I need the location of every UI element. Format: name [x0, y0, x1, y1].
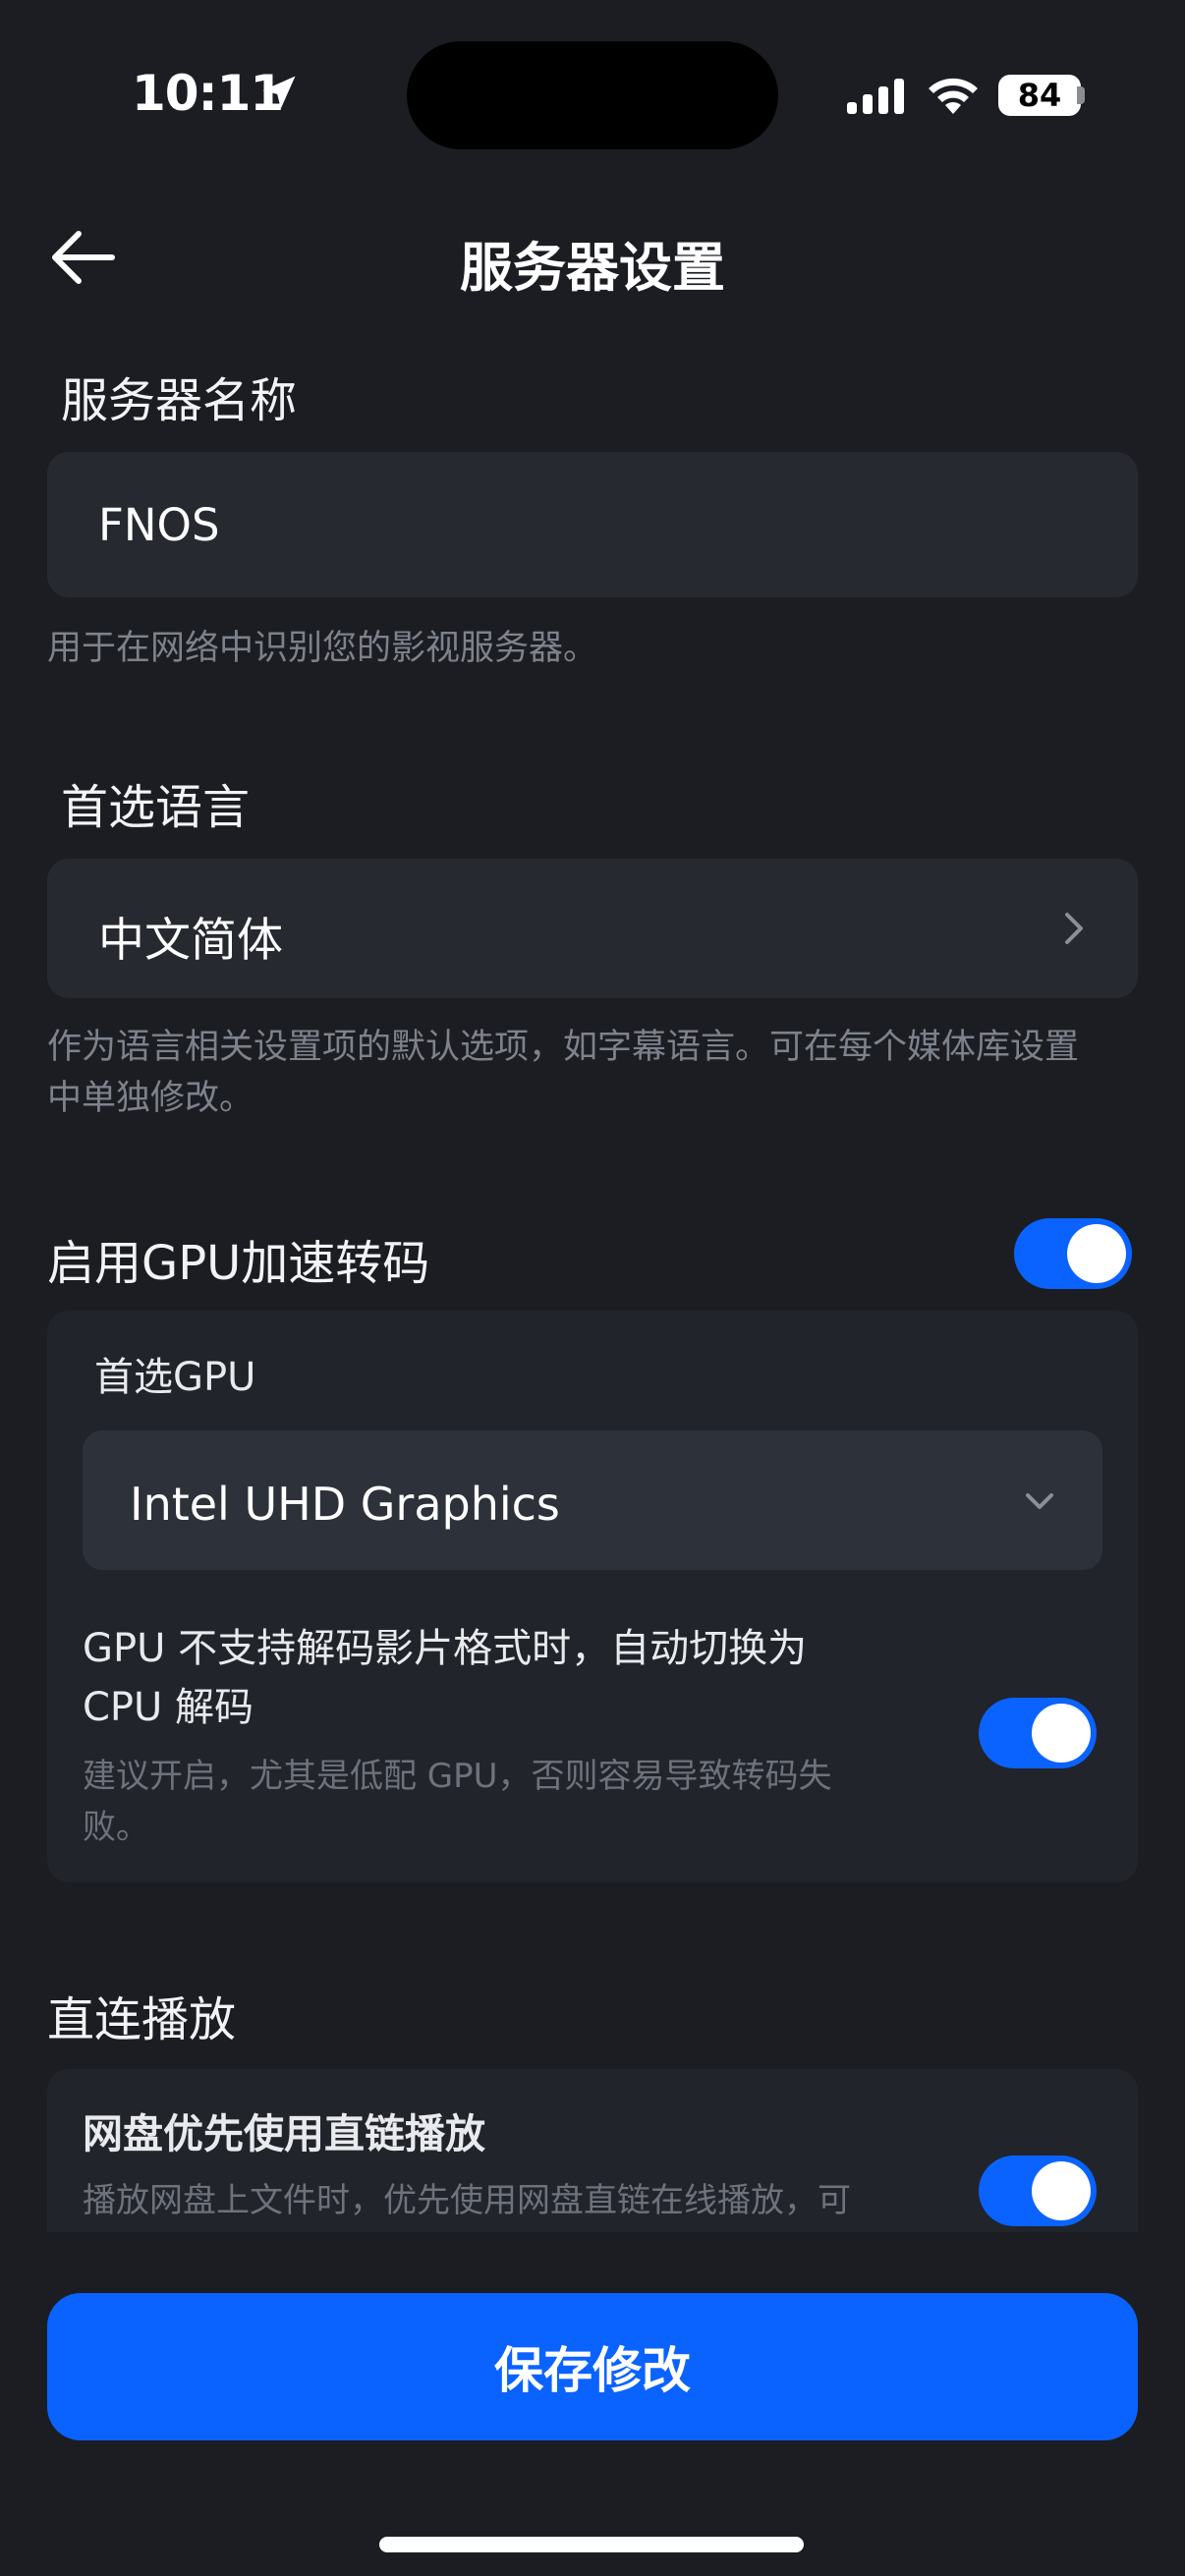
cellular-signal-icon [847, 79, 904, 114]
server-name-value: FNOS [98, 499, 220, 551]
server-name-hint: 用于在网络中识别您的影视服务器。 [47, 629, 598, 668]
cpu-fallback-toggle[interactable] [979, 1698, 1097, 1768]
toggle-knob [1067, 1224, 1126, 1283]
language-hint-line1: 作为语言相关设置项的默认选项，如字幕语言。可在每个媒体库设置 [47, 1028, 1080, 1067]
location-arrow-icon [262, 76, 296, 109]
preferred-gpu-select[interactable]: Intel UHD Graphics [83, 1430, 1102, 1570]
cpu-fallback-title-line2: CPU 解码 [83, 1685, 254, 1730]
cloud-direct-link-hint: 播放网盘上文件时，优先使用网盘直链在线播放，可 [83, 2181, 851, 2220]
preferred-language-select[interactable]: 中文简体 [47, 859, 1138, 998]
chevron-right-icon [1065, 913, 1083, 944]
cpu-fallback-hint-line1: 建议开启，尤其是低配 GPU，否则容易导致转码失 [83, 1757, 832, 1796]
wifi-icon [929, 78, 978, 114]
preferred-gpu-value: Intel UHD Graphics [130, 1478, 560, 1531]
server-name-input[interactable]: FNOS [47, 452, 1138, 597]
cloud-direct-link-title: 网盘优先使用直链播放 [83, 2110, 485, 2157]
home-indicator [379, 2537, 804, 2552]
gpu-acceleration-label: 启用GPU加速转码 [47, 1236, 430, 1291]
language-hint-line2: 中单独修改。 [47, 1079, 254, 1118]
toggle-knob [1032, 2161, 1091, 2220]
dynamic-island [407, 41, 778, 149]
cpu-fallback-title-line1: GPU 不支持解码影片格式时，自动切换为 [83, 1626, 808, 1671]
preferred-language-value: 中文简体 [98, 914, 283, 968]
server-settings-screen: 10:11 84 服务器设置 服务器名称 FNOS 用于在网络中识别您的影视服务… [0, 0, 1185, 2576]
cpu-fallback-hint-line2: 败。 [83, 1808, 149, 1847]
direct-play-label: 直连播放 [47, 1992, 237, 2047]
battery-nub [1077, 86, 1085, 104]
page-title: 服务器设置 [460, 237, 725, 299]
toggle-knob [1032, 1704, 1091, 1763]
preferred-gpu-label: 首选GPU [94, 1355, 256, 1400]
save-changes-button[interactable]: 保存修改 [47, 2293, 1138, 2440]
cloud-direct-link-toggle[interactable] [979, 2156, 1097, 2226]
preferred-language-label: 首选语言 [61, 780, 251, 835]
gpu-acceleration-toggle[interactable] [1014, 1218, 1132, 1289]
battery-indicator: 84 [998, 75, 1081, 116]
server-name-label: 服务器名称 [61, 373, 298, 428]
chevron-down-icon [1026, 1493, 1053, 1509]
